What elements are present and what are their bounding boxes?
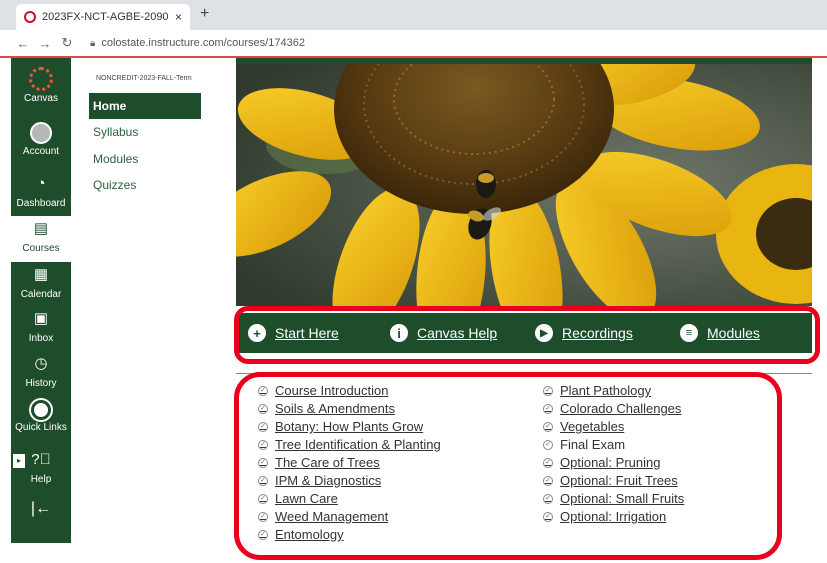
breadcrumb[interactable]: NONCREDIT-2023-FALL-Term bbox=[96, 75, 192, 82]
global-nav-history[interactable]: ◷ History bbox=[11, 354, 71, 398]
ram-logo-icon bbox=[31, 400, 51, 420]
help-icon: ?⃝ bbox=[31, 451, 51, 468]
global-nav: Canvas Account ◔ Dashboard ▤ Courses ▦ C… bbox=[11, 58, 71, 543]
dashboard-icon: ◔ bbox=[36, 175, 46, 192]
reload-icon[interactable]: ↻ bbox=[56, 35, 78, 51]
global-nav-dashboard[interactable]: ◔ Dashboard bbox=[11, 174, 71, 218]
expand-arrow-icon[interactable]: ▸ bbox=[13, 454, 25, 468]
avatar-icon bbox=[30, 122, 52, 144]
course-nav-quizzes[interactable]: Quizzes bbox=[89, 172, 201, 198]
lock-icon: 🔒︎ bbox=[90, 37, 96, 49]
global-nav-courses[interactable]: ▤ Courses bbox=[11, 216, 71, 262]
global-nav-label: Help bbox=[30, 474, 52, 485]
global-nav-label: Account bbox=[22, 146, 60, 157]
global-nav-inbox[interactable]: ▣ Inbox bbox=[11, 309, 71, 353]
course-nav-home[interactable]: Home bbox=[89, 93, 201, 119]
global-nav-canvas[interactable]: Canvas bbox=[11, 64, 71, 114]
collapse-nav-button[interactable]: |← bbox=[11, 500, 71, 524]
global-nav-account[interactable]: Account bbox=[11, 122, 71, 166]
browser-tab[interactable]: 2023FX-NCT-AGBE-2090: Certifi × bbox=[16, 4, 190, 30]
course-nav-syllabus[interactable]: Syllabus bbox=[89, 119, 201, 145]
global-nav-label: Canvas bbox=[24, 93, 58, 104]
global-nav-label: History bbox=[25, 378, 57, 389]
back-arrow-icon[interactable]: ← bbox=[12, 36, 34, 51]
global-nav-label: Quick Links bbox=[15, 422, 67, 433]
browser-tab-bar: 2023FX-NCT-AGBE-2090: Certifi × + bbox=[0, 0, 827, 30]
course-nav-modules[interactable]: Modules bbox=[89, 146, 201, 172]
inbox-icon: ▣ bbox=[33, 310, 49, 327]
global-nav-label: Inbox bbox=[28, 333, 54, 344]
topics-highlight-box bbox=[234, 372, 782, 560]
global-nav-label: Dashboard bbox=[16, 198, 66, 209]
global-nav-label: Calendar bbox=[20, 289, 62, 300]
collapse-nav-icon: |← bbox=[30, 500, 52, 517]
site-favicon-icon bbox=[24, 11, 36, 23]
clock-icon: ◷ bbox=[34, 355, 48, 372]
forward-arrow-icon[interactable]: → bbox=[34, 36, 56, 51]
sunflower-banner-image bbox=[236, 64, 812, 306]
global-nav-calendar[interactable]: ▦ Calendar bbox=[11, 265, 71, 309]
canvas-logo-icon bbox=[29, 67, 53, 91]
book-icon: ▤ bbox=[33, 220, 49, 237]
global-nav-label: Courses bbox=[22, 243, 60, 254]
close-tab-icon[interactable]: × bbox=[175, 10, 182, 24]
global-nav-help[interactable]: ▸ ?⃝ Help bbox=[11, 450, 71, 494]
calendar-icon: ▦ bbox=[33, 266, 49, 283]
address-bar: ← → ↻ 🔒︎ colostate.instructure.com/cours… bbox=[0, 30, 827, 56]
tab-title: 2023FX-NCT-AGBE-2090: Certifi bbox=[42, 11, 169, 23]
url-field[interactable]: colostate.instructure.com/courses/174362 bbox=[101, 37, 305, 49]
global-nav-quick-links[interactable]: Quick Links bbox=[11, 400, 71, 444]
sunflower-illustration bbox=[236, 64, 812, 306]
new-tab-button[interactable]: + bbox=[200, 5, 209, 23]
buttons-highlight-box bbox=[234, 306, 820, 364]
